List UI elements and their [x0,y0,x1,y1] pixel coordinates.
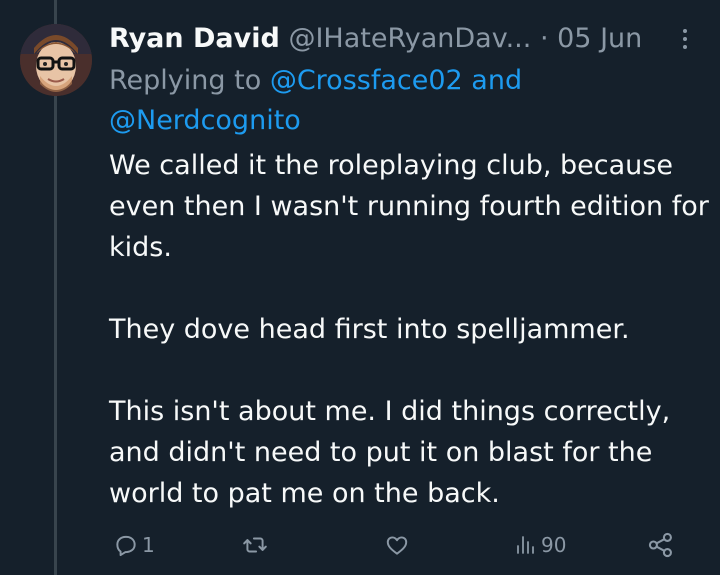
heart-icon [386,536,408,555]
views-button[interactable]: 90 [514,527,566,563]
action-bar: 1 90 [109,527,709,563]
tweet-header: Ryan David @IHateRyanDav... · 05 Jun [109,19,709,59]
mention-link-nerdcognito[interactable]: @Nerdcognito [109,105,301,136]
mention-link-crossface02[interactable]: @Crossface02 [270,65,463,96]
tweet-paragraph: This isn't about me. I did things correc… [109,396,671,509]
reply-button[interactable]: 1 [113,527,155,563]
replying-and[interactable]: and [471,65,522,96]
reply-count: 1 [142,533,155,557]
avatar[interactable] [20,24,92,96]
views-count: 90 [541,533,567,557]
user-handle[interactable]: @IHateRyanDav... [288,23,531,54]
tweet-paragraph: We called it the roleplaying club, becau… [109,150,709,263]
display-name[interactable]: Ryan David [109,23,280,54]
comment-icon [116,535,136,557]
like-button[interactable] [383,527,411,563]
tweet-date[interactable]: 05 Jun [557,23,642,54]
share-icon [648,532,672,558]
tweet[interactable]: Ryan David @IHateRyanDav... · 05 Jun Rep… [0,0,720,575]
separator-dot: · [539,23,549,54]
tweet-paragraph: They dove head first into spelljammer. [109,314,630,345]
retweet-button[interactable] [241,527,269,563]
avatar-image [20,24,92,96]
replying-to: Replying to @Crossface02 and @Nerdcognit… [109,61,709,141]
views-icon [517,536,534,554]
tweet-text: We called it the roleplaying club, becau… [109,145,709,514]
retweet-icon [243,537,267,553]
share-button[interactable] [647,527,675,563]
replying-prefix: Replying to [109,65,262,96]
more-icon[interactable] [678,27,692,51]
